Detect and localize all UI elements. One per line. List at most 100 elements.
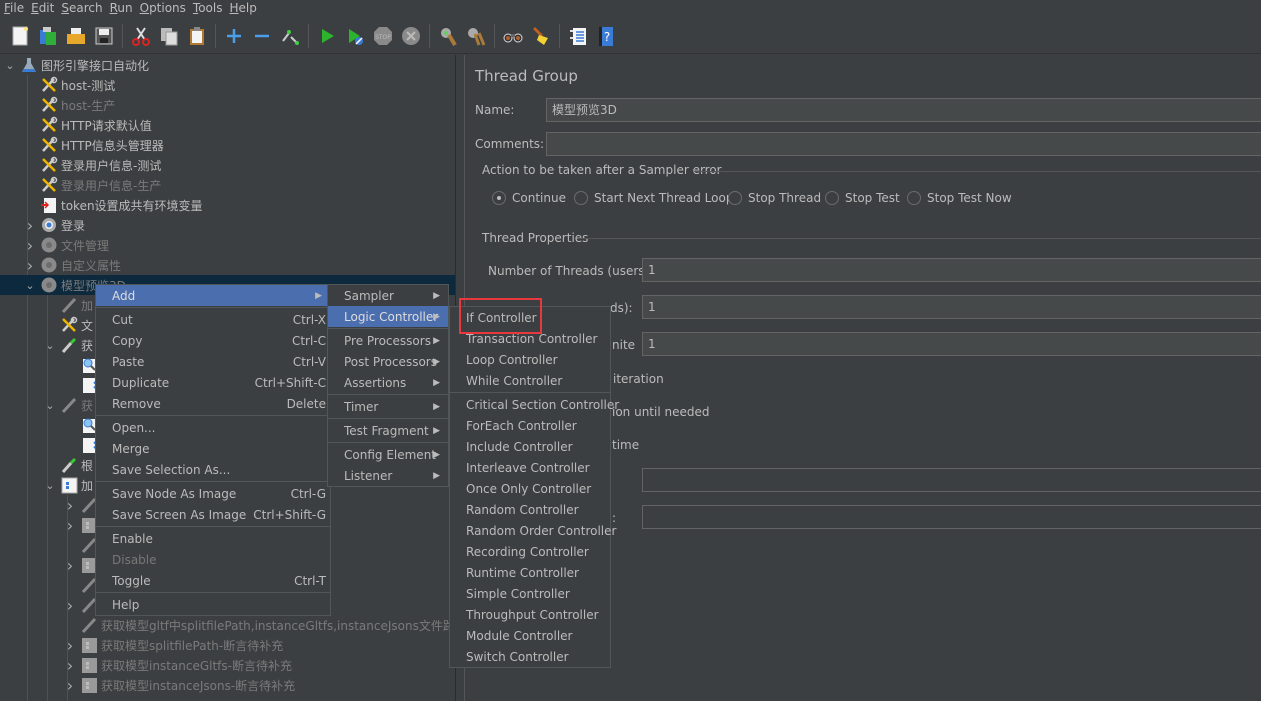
tree-node[interactable]: host-生产	[24, 95, 115, 115]
ctx-cut[interactable]: Cut Ctrl-X	[96, 309, 330, 330]
chevron-down-icon[interactable]: ⌄	[44, 399, 56, 412]
expand-button[interactable]	[222, 24, 246, 48]
radio-stop-test-now[interactable]: Stop Test Now	[907, 191, 1012, 205]
open-button[interactable]	[64, 24, 88, 48]
ctx-paste[interactable]: Paste Ctrl-V	[96, 351, 330, 372]
tree-node[interactable]: › 文件管理	[24, 235, 109, 255]
radio-circle[interactable]	[574, 191, 588, 205]
tree-node[interactable]: 登录用户信息-生产	[24, 175, 161, 195]
ctx-toggle[interactable]: Toggle Ctrl-T	[96, 570, 330, 591]
chevron-right-icon[interactable]: ›	[24, 236, 36, 255]
radio-continue[interactable]: Continue	[492, 191, 566, 205]
startup-delay-field[interactable]	[642, 505, 1261, 529]
function-helper-button[interactable]	[566, 24, 590, 48]
same-user-checkbox-label[interactable]: iteration	[613, 372, 664, 386]
stop-button[interactable]: STOP	[371, 24, 395, 48]
cut-button[interactable]	[129, 24, 153, 48]
add-config-element[interactable]: Config Element ▶	[328, 444, 448, 465]
start-no-pause-button[interactable]	[343, 24, 367, 48]
logic-include-controller[interactable]: Include Controller	[450, 436, 610, 457]
menu-edit[interactable]: Edit	[27, 0, 57, 17]
chevron-right-icon[interactable]: ›	[64, 596, 76, 615]
add-timer[interactable]: Timer ▶	[328, 396, 448, 417]
radio-circle[interactable]	[728, 191, 742, 205]
add-post-processors[interactable]: Post Processors ▶	[328, 351, 448, 372]
name-field[interactable]: 模型预览3D	[546, 98, 1261, 122]
chevron-right-icon[interactable]: ›	[24, 256, 36, 275]
chevron-right-icon[interactable]: ›	[64, 496, 76, 515]
templates-button[interactable]	[36, 24, 60, 48]
copy-button[interactable]	[157, 24, 181, 48]
ctx-save-node-as-image[interactable]: Save Node As Image Ctrl-G	[96, 483, 330, 504]
radio-start-next-thread-loop[interactable]: Start Next Thread Loop	[574, 191, 733, 205]
logic-runtime-controller[interactable]: Runtime Controller	[450, 562, 610, 583]
clear-button[interactable]	[436, 24, 460, 48]
chevron-right-icon[interactable]: ›	[64, 676, 76, 695]
tree-node[interactable]: › 获取模型instanceJsons-断言待补充	[64, 675, 295, 695]
menu-run[interactable]: Run	[106, 0, 136, 17]
ctx-open[interactable]: Open...	[96, 417, 330, 438]
menu-search[interactable]: Search	[57, 0, 105, 17]
tree-node[interactable]: 加	[44, 295, 93, 315]
ctx-add[interactable]: Add ▶	[96, 285, 330, 306]
tree-node[interactable]: ⌄ 获	[44, 335, 93, 355]
radio-circle[interactable]	[907, 191, 921, 205]
scheduler-checkbox-label[interactable]: time	[612, 438, 639, 452]
logic-while-controller[interactable]: While Controller	[450, 370, 610, 391]
menu-tools[interactable]: Tools	[189, 0, 226, 17]
add-logic-controller[interactable]: Logic Controller ▶	[328, 306, 448, 327]
delay-thread-creation-label[interactable]: ion until needed	[612, 405, 709, 419]
ctx-remove[interactable]: Remove Delete	[96, 393, 330, 414]
logic-switch-controller[interactable]: Switch Controller	[450, 646, 610, 667]
logic-recording-controller[interactable]: Recording Controller	[450, 541, 610, 562]
chevron-right-icon[interactable]: ›	[64, 636, 76, 655]
tree-node[interactable]: token设置成共有环境变量	[24, 195, 203, 215]
collapse-button[interactable]	[250, 24, 274, 48]
tree-node[interactable]: ⌄ 加	[44, 475, 93, 495]
ctx-merge[interactable]: Merge	[96, 438, 330, 459]
logic-random-controller[interactable]: Random Controller	[450, 499, 610, 520]
tree-node[interactable]: 根	[44, 455, 93, 475]
toggle-button[interactable]	[278, 24, 302, 48]
search-button[interactable]	[501, 24, 525, 48]
loop-count-field[interactable]: 1	[642, 332, 1261, 356]
radio-stop-thread[interactable]: Stop Thread	[728, 191, 821, 205]
chevron-right-icon[interactable]: ›	[24, 216, 36, 235]
chevron-right-icon[interactable]: ›	[64, 516, 76, 535]
tree-node[interactable]: › 自定义属性	[24, 255, 121, 275]
menu-file[interactable]: File	[0, 0, 27, 17]
clear-all-button[interactable]	[464, 24, 488, 48]
logic-loop-controller[interactable]: Loop Controller	[450, 349, 610, 370]
radio-circle[interactable]	[492, 191, 506, 205]
logic-throughput-controller[interactable]: Throughput Controller	[450, 604, 610, 625]
tree-node[interactable]: HTTP请求默认值	[24, 115, 152, 135]
ctx-enable[interactable]: Enable	[96, 528, 330, 549]
chevron-down-icon[interactable]: ⌄	[44, 339, 56, 352]
chevron-down-icon[interactable]: ⌄	[44, 479, 56, 492]
ctx-save-screen-as-image[interactable]: Save Screen As Image Ctrl+Shift-G	[96, 504, 330, 525]
paste-button[interactable]	[185, 24, 209, 48]
ctx-save-selection-as[interactable]: Save Selection As...	[96, 459, 330, 480]
add-test-fragment[interactable]: Test Fragment ▶	[328, 420, 448, 441]
add-pre-processors[interactable]: Pre Processors ▶	[328, 330, 448, 351]
add-assertions[interactable]: Assertions ▶	[328, 372, 448, 393]
tree-node[interactable]: HTTP信息头管理器	[24, 135, 164, 155]
logic-random-order-controller[interactable]: Random Order Controller	[450, 520, 616, 541]
tree-node[interactable]: host-测试	[24, 75, 115, 95]
add-sampler[interactable]: Sampler ▶	[328, 285, 448, 306]
save-button[interactable]	[92, 24, 116, 48]
logic-foreach-controller[interactable]: ForEach Controller	[450, 415, 610, 436]
ctx-copy[interactable]: Copy Ctrl-C	[96, 330, 330, 351]
chevron-right-icon[interactable]: ›	[64, 556, 76, 575]
radio-stop-test[interactable]: Stop Test	[825, 191, 900, 205]
radio-circle[interactable]	[825, 191, 839, 205]
tree-node[interactable]: › 获取模型splitfilePath-断言待补充	[64, 635, 283, 655]
rampup-field[interactable]: 1	[642, 295, 1261, 319]
tree-node[interactable]: ⌄ 获	[44, 395, 93, 415]
reset-search-button[interactable]	[529, 24, 553, 48]
menu-help[interactable]: Help	[226, 0, 260, 17]
help-button[interactable]: ?	[594, 24, 618, 48]
comments-field[interactable]	[546, 132, 1261, 156]
tree-node[interactable]: 文	[44, 315, 93, 335]
logic-simple-controller[interactable]: Simple Controller	[450, 583, 610, 604]
